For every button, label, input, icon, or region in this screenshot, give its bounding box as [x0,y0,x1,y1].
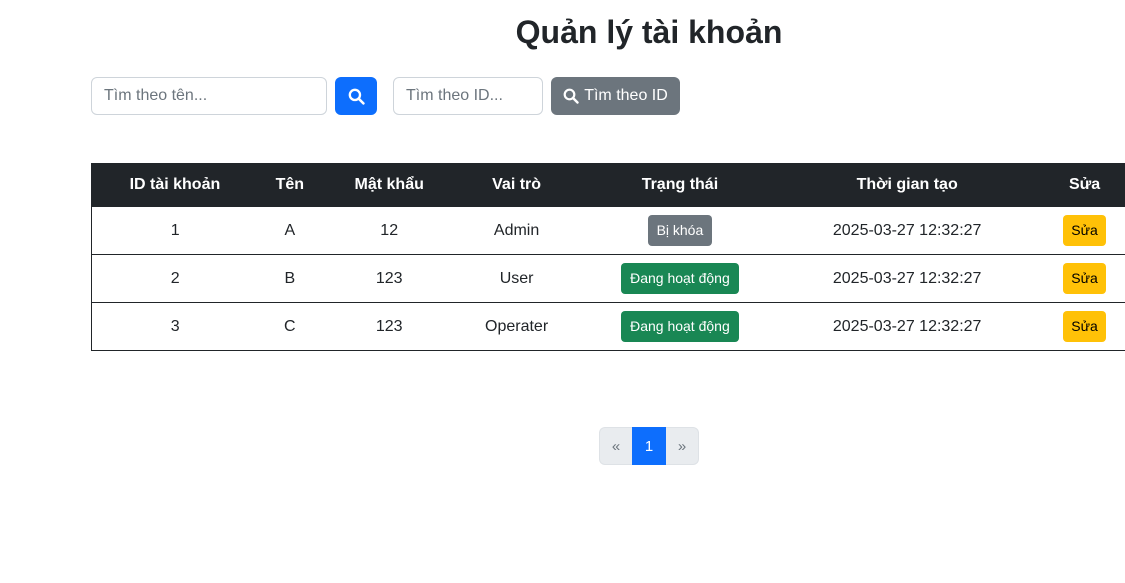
cell-password: 123 [321,254,458,303]
cell-created-time: 2025-03-27 12:32:27 [783,254,1031,303]
table-header-row: ID tài khoản Tên Mật khẩu Vai trò Trạng … [91,163,1125,207]
cell-account-id: 1 [91,206,259,255]
cell-status: Đang hoạt động [576,302,784,351]
header-password: Mật khẩu [320,163,458,207]
search-name-button[interactable] [335,77,377,115]
search-icon [348,88,365,105]
cell-status: Đang hoạt động [576,254,784,303]
header-status: Trạng thái [575,163,785,207]
edit-button[interactable]: Sửa [1063,215,1106,246]
pagination-prev[interactable]: « [599,427,632,465]
cell-status: Bị khóa [576,206,784,255]
table-row: 1 A 12 Admin Bị khóa 2025-03-27 12:32:27… [91,206,1125,255]
search-id-button-label: Tìm theo ID [584,87,668,104]
status-badge: Bị khóa [647,215,713,246]
cell-created-time: 2025-03-27 12:32:27 [783,206,1031,255]
pagination-page-current[interactable]: 1 [632,427,666,465]
header-created-time: Thời gian tạo [783,163,1032,207]
search-id-button[interactable]: Tìm theo ID [551,77,680,115]
cell-edit: Sửa [1030,302,1125,351]
cell-edit: Sửa [1030,206,1125,255]
search-icon [563,88,579,104]
search-name-input[interactable] [91,77,327,115]
accounts-table: ID tài khoản Tên Mật khẩu Vai trò Trạng … [91,163,1125,351]
cell-account-id: 2 [91,254,259,303]
cell-name: A [258,206,322,255]
cell-password: 123 [321,302,458,351]
cell-password: 12 [321,206,458,255]
cell-name: B [258,254,322,303]
search-id-input[interactable] [393,77,543,115]
cell-role: Admin [457,206,577,255]
pagination: « 1 » [599,427,699,465]
edit-button[interactable]: Sửa [1063,311,1106,342]
table-row: 2 B 123 User Đang hoạt động 2025-03-27 1… [91,254,1125,303]
cell-account-id: 3 [91,302,259,351]
cell-created-time: 2025-03-27 12:32:27 [783,302,1031,351]
status-badge: Đang hoạt động [621,263,739,294]
header-name: Tên [257,163,322,207]
cell-name: C [258,302,322,351]
table-row: 3 C 123 Operater Đang hoạt động 2025-03-… [91,302,1125,351]
cell-role: User [457,254,577,303]
header-edit: Sửa [1030,163,1125,207]
edit-button[interactable]: Sửa [1063,263,1106,294]
cell-edit: Sửa [1030,254,1125,303]
cell-role: Operater [457,302,577,351]
header-role: Vai trò [456,163,577,207]
status-badge: Đang hoạt động [621,311,739,342]
pagination-next[interactable]: » [666,427,699,465]
header-account-id: ID tài khoản [91,163,259,207]
page-title: Quản lý tài khoản [515,14,783,50]
